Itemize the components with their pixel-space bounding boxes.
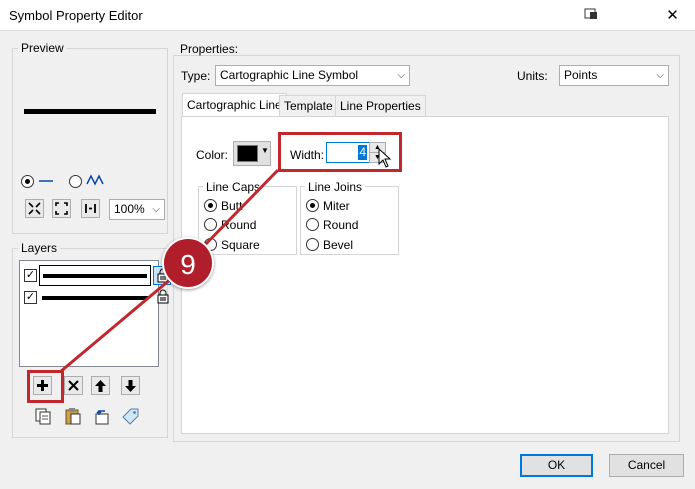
zoom-in-button[interactable]	[25, 199, 44, 218]
window-title: Symbol Property Editor	[9, 8, 143, 23]
layer-visible-checkbox[interactable]: ✓	[24, 291, 37, 304]
delete-icon	[68, 380, 79, 391]
chevron-down-icon: ⌵	[397, 70, 405, 81]
preview-label: Preview	[18, 41, 67, 55]
arrow-down-icon	[125, 380, 136, 392]
units-select[interactable]: Points ⌵	[559, 65, 669, 86]
line-cap-butt-label[interactable]: Butt	[221, 199, 242, 213]
paste-icon	[65, 408, 80, 425]
line-cap-butt-radio[interactable]	[204, 199, 217, 212]
move-layer-up-button[interactable]	[91, 376, 110, 395]
zoom-value: 100%	[114, 202, 145, 216]
line-cap-round-radio[interactable]	[204, 218, 217, 231]
tab-line-properties[interactable]: Line Properties	[335, 95, 426, 116]
zoom-out-button[interactable]	[52, 199, 71, 218]
color-picker-button[interactable]: ▼	[233, 141, 271, 166]
chevron-down-icon: ⌵	[656, 70, 664, 81]
color-swatch	[237, 145, 258, 162]
tab-template[interactable]: Template	[279, 95, 338, 116]
arrow-up-icon	[95, 380, 106, 392]
list-item[interactable]: ✓	[20, 265, 171, 286]
line-cap-round-label[interactable]: Round	[221, 218, 256, 232]
type-label: Type:	[181, 69, 211, 83]
move-layer-down-button[interactable]	[121, 376, 140, 395]
line-joins-label: Line Joins	[305, 180, 366, 194]
copy-layer-button[interactable]	[33, 407, 52, 426]
zoom-in-icon	[28, 202, 41, 215]
remove-layer-button[interactable]	[64, 376, 83, 395]
context-help-icon[interactable]	[584, 7, 598, 21]
zoom-select[interactable]: 100% ⌵	[109, 199, 165, 220]
tag-icon	[122, 408, 139, 425]
tab-cartographic-line[interactable]: Cartographic Line	[182, 93, 287, 117]
layer-line-sample	[42, 296, 148, 300]
properties-label: Properties:	[180, 42, 239, 56]
highlight-add-button-box	[27, 370, 64, 403]
chevron-down-icon: ⌵	[152, 204, 160, 215]
actual-size-icon	[85, 204, 96, 213]
zoom-out-icon	[55, 202, 68, 215]
line-join-bevel-radio[interactable]	[306, 238, 319, 251]
zigzag-line-icon	[86, 174, 104, 186]
cancel-button[interactable]: Cancel	[609, 454, 684, 477]
lock-icon[interactable]	[155, 289, 171, 305]
reset-layer-button[interactable]	[92, 407, 111, 426]
tag-layer-button[interactable]	[121, 407, 140, 426]
symbol-type-select[interactable]: Cartographic Line Symbol ⌵	[215, 65, 410, 86]
layer-line-sample-selected	[39, 265, 151, 286]
line-join-miter-label[interactable]: Miter	[323, 199, 350, 213]
close-button[interactable]: ✕	[650, 0, 695, 31]
ok-button[interactable]: OK	[520, 454, 593, 477]
highlight-width-box	[278, 132, 402, 172]
units-label: Units:	[517, 69, 548, 83]
view-wave-radio[interactable]	[69, 175, 82, 188]
chevron-down-icon: ▼	[261, 146, 269, 155]
units-value: Points	[564, 68, 598, 82]
list-item[interactable]: ✓	[20, 289, 169, 307]
line-join-round-radio[interactable]	[306, 218, 319, 231]
actual-size-button[interactable]	[81, 199, 100, 218]
undo-icon	[95, 410, 108, 425]
view-line-radio[interactable]	[21, 175, 34, 188]
paste-layer-button[interactable]	[63, 407, 82, 426]
title-bar: Symbol Property Editor ✕	[0, 0, 695, 31]
straight-line-icon	[39, 180, 53, 182]
line-caps-label: Line Caps	[203, 180, 264, 194]
preview-line-sample	[24, 109, 156, 114]
copy-icon	[35, 408, 50, 425]
symbol-type-value: Cartographic Line Symbol	[220, 68, 359, 82]
line-join-round-label[interactable]: Round	[323, 218, 358, 232]
layer-visible-checkbox[interactable]: ✓	[24, 269, 37, 282]
layers-list[interactable]: ✓ ✓	[19, 260, 171, 367]
step-number-badge: 9	[162, 237, 214, 289]
line-join-bevel-label[interactable]: Bevel	[323, 238, 353, 252]
line-join-miter-radio[interactable]	[306, 199, 319, 212]
color-label: Color:	[196, 148, 229, 162]
line-cap-square-label[interactable]: Square	[221, 238, 260, 252]
layers-label: Layers	[18, 241, 61, 255]
